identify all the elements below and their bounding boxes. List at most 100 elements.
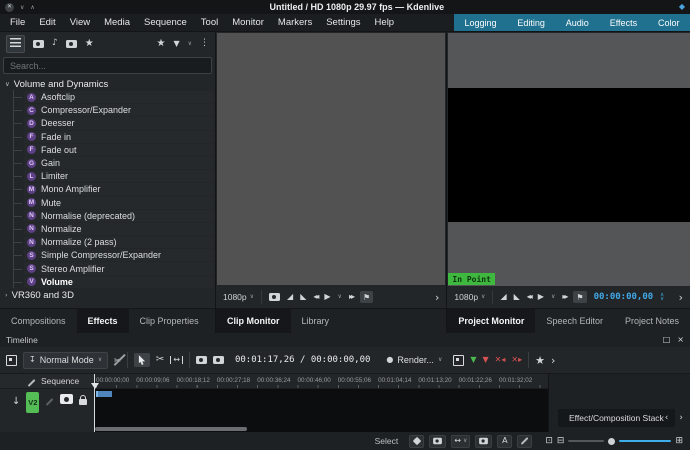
effect-item[interactable]: NNormalise (deprecated) [24,210,213,222]
zone-in-icon[interactable]: ◢ [287,293,293,301]
collapse-track-icon[interactable]: ↓ [12,397,20,407]
fit-zoom-dropdown[interactable]: ↔∨ [451,435,470,448]
effect-item[interactable]: GGain [24,157,213,169]
timeline-timecode[interactable]: 00:01:17,26 / 00:00:00,00 [235,355,370,365]
stack-scroll-left-icon[interactable]: ‹ [665,414,669,423]
workspace-tab-editing[interactable]: Editing [514,18,548,28]
select-tool-button[interactable] [134,353,150,367]
tab-speech-editor[interactable]: Speech Editor [535,309,614,333]
star-icon[interactable]: ★ [156,39,165,49]
render-dropdown[interactable]: ● Render... ∨ [381,352,447,369]
sequence-header[interactable]: Sequence [0,374,94,389]
play-options-icon[interactable]: ∨ [551,294,555,300]
preview-button[interactable] [475,435,492,448]
tab-effect-composition-stack[interactable]: Effect/Composition Stack [558,409,675,427]
tab-library[interactable]: Library [291,309,341,333]
effect-item[interactable]: AAsoftclip [24,91,213,103]
tab-project-notes[interactable]: Project Notes [614,309,690,333]
track-badge[interactable]: V2 [26,392,39,413]
category-volume-dynamics[interactable]: ∨ Volume and Dynamics [0,78,215,91]
workspace-tab-effects[interactable]: Effects [607,18,640,28]
effect-item[interactable]: NNormalize (2 pass) [24,236,213,248]
workspace-tab-color[interactable]: Color [655,18,683,28]
track-visibility-icon[interactable] [60,394,73,404]
mix-clips-icon[interactable] [196,356,207,364]
menu-media[interactable]: Media [97,17,137,28]
rewind-icon[interactable]: ◂◂ [313,293,317,301]
zoom-out-icon[interactable]: ⊟ [557,437,565,446]
effect-item[interactable]: LLimiter [24,170,213,182]
edit-mode-dropdown[interactable]: ↧ Normal Mode ∨ [23,352,108,369]
monitor-timecode[interactable]: 00:00:00,00 [594,292,654,302]
clip-monitor-screen[interactable] [217,33,445,285]
workspace-tab-logging[interactable]: Logging [461,18,499,28]
insert-zone-timeline-icon[interactable]: ▼ [470,356,476,364]
subtitle-button[interactable]: A [497,435,512,448]
menu-view[interactable]: View [63,17,97,28]
marker-button[interactable]: ⚑ [360,291,373,303]
zoom-slider-track[interactable] [568,440,604,442]
effect-item-selected[interactable]: VVolume [24,276,213,288]
fast-forward-icon[interactable]: ▸▸ [349,293,353,301]
resolution-dropdown[interactable]: 1080p∨ [454,292,485,302]
filter-icon[interactable]: ▼ [173,40,179,48]
menu-monitor[interactable]: Monitor [225,17,271,28]
toolbar-overflow-icon[interactable]: › [551,355,555,366]
play-icon[interactable]: ▶ [324,293,330,301]
marker-button[interactable]: ⚑ [573,291,586,303]
zone-out-icon[interactable]: ◣ [300,293,306,301]
tab-clip-monitor[interactable]: Clip Monitor [216,309,291,333]
effect-item[interactable]: SStereo Amplifier [24,262,213,274]
menu-edit[interactable]: Edit [32,17,62,28]
chevron-down-icon[interactable]: ∨ [188,41,192,47]
tab-effects[interactable]: Effects [77,309,129,333]
zoom-fit-icon[interactable]: ⊡ [545,437,553,446]
effect-item[interactable]: FFade out [24,144,213,156]
spacer-tool-icon[interactable]: ↔ [170,356,183,364]
search-input[interactable] [8,60,207,72]
toolbar-overflow-icon[interactable]: › [435,292,439,303]
zoom-in-icon[interactable]: ⊞ [675,437,683,446]
menu-file[interactable]: File [3,17,32,28]
project-monitor-screen[interactable]: In Point [448,33,690,286]
effect-item[interactable]: FFade in [24,131,213,143]
play-options-icon[interactable]: ∨ [338,294,342,300]
screenshot-icon[interactable] [269,293,280,301]
rewind-icon[interactable]: ◂◂ [527,293,531,301]
custom-effects-icon[interactable] [66,40,77,48]
track-v2-content[interactable] [94,389,548,432]
zone-out-icon[interactable]: ◣ [514,293,520,301]
workspace-tab-audio[interactable]: Audio [563,18,592,28]
menu-settings[interactable]: Settings [319,17,367,28]
timeline-settings-icon[interactable] [6,355,17,366]
mix-icon[interactable] [453,355,464,366]
menu-tool[interactable]: Tool [194,17,225,28]
show-all-effects-button[interactable] [6,35,25,53]
favorite-effects-icon[interactable]: ★ [535,355,545,366]
effect-item[interactable]: NNormalize [24,223,213,235]
resolution-dropdown[interactable]: 1080p∨ [223,292,254,302]
overwrite-zone-icon[interactable]: ▼ [483,356,489,364]
tab-compositions[interactable]: Compositions [0,309,77,333]
thumbnails-button[interactable] [429,435,446,448]
timecode-spinner[interactable]: ∧∨ [660,293,664,301]
lift-zone-icon[interactable]: ✕▸ [511,356,522,364]
fast-forward-icon[interactable]: ▸▸ [562,293,566,301]
zone-in-icon[interactable]: ◢ [500,293,506,301]
play-icon[interactable]: ▶ [538,293,544,301]
menu-help[interactable]: Help [368,17,402,28]
effect-item[interactable]: MMute [24,197,213,209]
favorite-effects-icon[interactable]: ★ [85,39,94,49]
menu-markers[interactable]: Markers [271,17,319,28]
tag-button[interactable] [409,435,424,448]
timeline-clip[interactable] [96,391,112,397]
menu-sequence[interactable]: Sequence [137,17,194,28]
edit-track-icon[interactable] [46,398,54,406]
tab-project-monitor[interactable]: Project Monitor [447,309,535,333]
stack-scroll-right-icon[interactable]: › [679,414,683,423]
window-shade-icon[interactable]: ∨ [20,4,24,11]
timeline-hscrollbar[interactable] [95,427,247,431]
lock-track-icon[interactable] [79,399,87,405]
tab-clip-properties[interactable]: Clip Properties [129,309,210,333]
playhead-icon[interactable] [91,383,99,389]
